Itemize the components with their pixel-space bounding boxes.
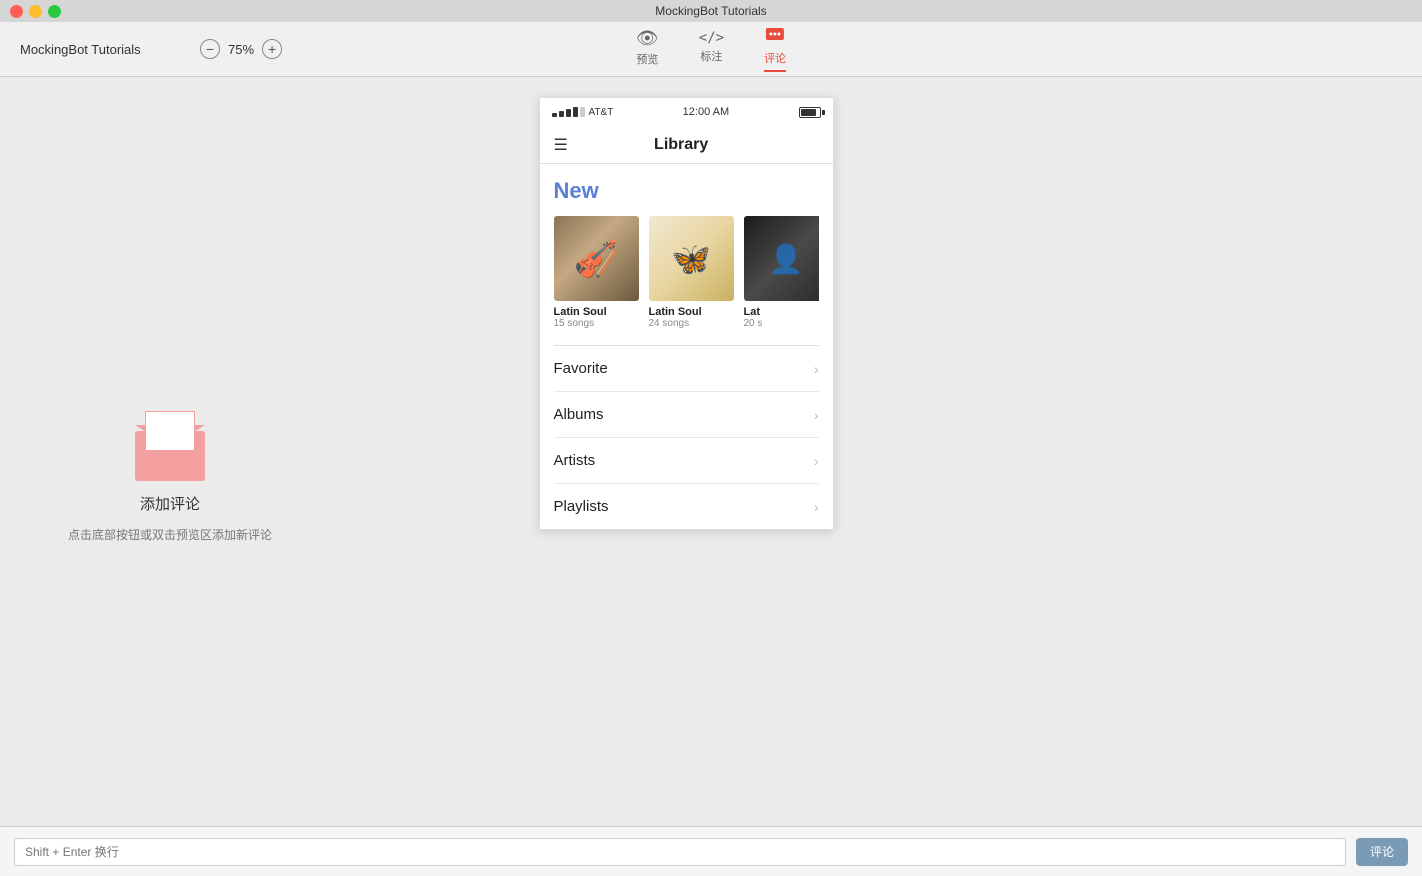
list-item-playlists-label: Playlists	[554, 498, 609, 515]
album-songs-2: 24 songs	[649, 318, 734, 329]
minimize-button[interactable]	[29, 5, 42, 18]
empty-comments-icon	[130, 411, 210, 481]
nav-preview[interactable]: 👁 预览	[636, 28, 659, 71]
album-songs-1: 15 songs	[554, 318, 639, 329]
zoom-in-button[interactable]: +	[262, 39, 282, 59]
close-button[interactable]	[10, 5, 23, 18]
phone-content: New Latin Soul 15 songs Latin Soul 24 so…	[540, 164, 833, 529]
album-name-2: Latin Soul	[649, 306, 734, 318]
album-card-3[interactable]: Lat 20 s	[744, 216, 819, 329]
title-bar: MockingBot Tutorials	[0, 0, 1422, 22]
list-item-favorite[interactable]: Favorite ›	[554, 346, 819, 392]
album-thumb-1	[554, 216, 639, 301]
battery-fill	[801, 109, 816, 116]
album-card-1[interactable]: Latin Soul 15 songs	[554, 216, 639, 329]
app-nav-bar: ☰ Library	[540, 126, 833, 164]
phone-area: AT&T 12:00 AM ☰ Library New Lat	[340, 77, 1032, 876]
new-section-title: New	[554, 178, 819, 204]
eye-icon: 👁	[636, 28, 659, 49]
hamburger-icon[interactable]: ☰	[554, 135, 568, 155]
code-icon: </>	[699, 30, 724, 46]
album-name-3: Lat	[744, 306, 819, 318]
chevron-right-icon-playlists: ›	[814, 499, 819, 515]
phone-screen: AT&T 12:00 AM ☰ Library New Lat	[539, 97, 834, 530]
album-thumb-3	[744, 216, 819, 301]
toolbar: MockingBot Tutorials − 75% + 👁 预览 </> 标注…	[0, 22, 1422, 77]
comment-submit-button[interactable]: 评论	[1356, 838, 1408, 866]
nav-comment[interactable]: 评论	[764, 27, 786, 72]
album-row: Latin Soul 15 songs Latin Soul 24 songs …	[554, 216, 819, 329]
chevron-right-icon-favorite: ›	[814, 361, 819, 377]
app-name-label: MockingBot Tutorials	[20, 42, 141, 57]
chevron-right-icon-artists: ›	[814, 453, 819, 469]
list-item-artists-label: Artists	[554, 452, 596, 469]
nav-markup[interactable]: </> 标注	[699, 30, 724, 68]
zoom-controls: − 75% +	[200, 39, 282, 59]
battery-icon	[799, 107, 821, 118]
content-area: 添加评论 点击底部按钮或双击预览区添加新评论 AT&T 12:00 AM	[0, 77, 1422, 876]
list-item-albums[interactable]: Albums ›	[554, 392, 819, 438]
empty-subtitle: 点击底部按钮或双击预览区添加新评论	[68, 526, 272, 543]
album-thumb-2	[649, 216, 734, 301]
album-songs-3: 20 s	[744, 318, 819, 329]
comment-icon	[765, 27, 785, 48]
traffic-lights	[10, 5, 61, 18]
carrier-text: AT&T	[589, 107, 614, 118]
status-left: AT&T	[552, 107, 614, 118]
list-item-playlists[interactable]: Playlists ›	[554, 484, 819, 529]
app-title: Library	[568, 136, 795, 154]
bottom-bar: 评论	[0, 826, 1422, 876]
empty-title: 添加评论	[140, 493, 200, 514]
status-bar: AT&T 12:00 AM	[540, 98, 833, 126]
comment-input[interactable]	[14, 838, 1346, 866]
list-item-artists[interactable]: Artists ›	[554, 438, 819, 484]
right-panel	[1032, 77, 1422, 876]
maximize-button[interactable]	[48, 5, 61, 18]
list-item-favorite-label: Favorite	[554, 360, 608, 377]
chevron-right-icon-albums: ›	[814, 407, 819, 423]
list-item-albums-label: Albums	[554, 406, 604, 423]
window-title: MockingBot Tutorials	[655, 4, 766, 18]
time-text: 12:00 AM	[683, 106, 729, 118]
album-card-2[interactable]: Latin Soul 24 songs	[649, 216, 734, 329]
left-panel: 添加评论 点击底部按钮或双击预览区添加新评论	[0, 77, 340, 876]
signal-icon	[552, 107, 585, 117]
paper-icon	[145, 411, 195, 451]
zoom-level: 75%	[228, 42, 254, 57]
toolbar-nav: 👁 预览 </> 标注 评论	[636, 27, 786, 72]
album-name-1: Latin Soul	[554, 306, 639, 318]
zoom-out-button[interactable]: −	[200, 39, 220, 59]
